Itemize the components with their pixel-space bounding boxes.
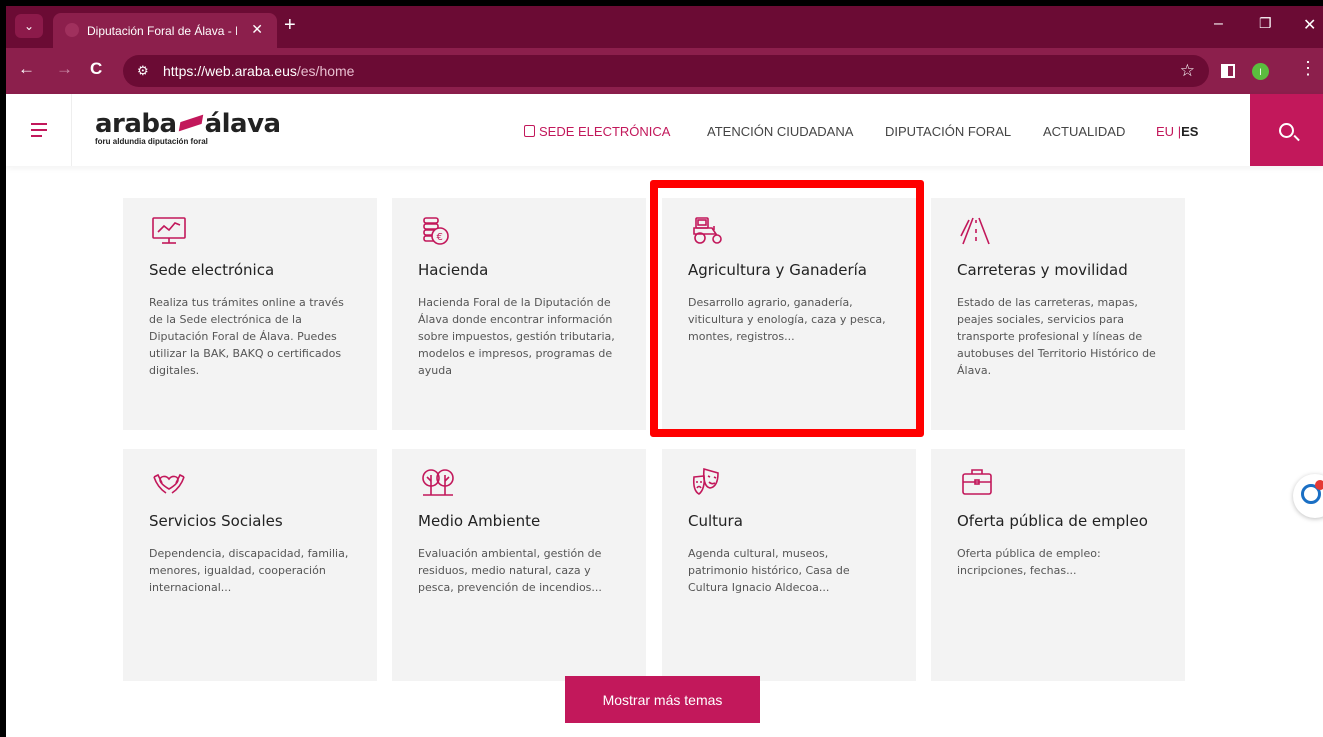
card-description: Realiza tus trámites online a través de … <box>149 296 344 377</box>
coins-euro-icon: € <box>418 214 458 248</box>
card-title: Cultura <box>688 512 743 530</box>
card-description: Desarrollo agrario, ganadería, viticultu… <box>688 296 886 343</box>
monitor-chart-icon <box>149 214 189 248</box>
close-window-icon[interactable]: ✕ <box>1303 15 1316 35</box>
nav-atencion-ciudadana[interactable]: ATENCIÓN CIUDADANA <box>707 124 853 139</box>
logo-text-right: álava <box>204 109 282 139</box>
card-sede-electronica[interactable]: Sede electrónica Realiza tus trámites on… <box>123 198 377 430</box>
site-header: araba álava foru aldundia diputación fora… <box>6 94 1323 166</box>
back-icon[interactable]: ← <box>18 59 35 79</box>
minimize-icon[interactable]: – <box>1214 15 1223 33</box>
lang-es[interactable]: ES <box>1181 124 1198 139</box>
card-title: Agricultura y Ganadería <box>688 261 867 279</box>
favicon-icon <box>65 23 79 37</box>
card-hacienda[interactable]: € Hacienda Hacienda Foral de la Diputaci… <box>392 198 646 430</box>
theater-masks-icon <box>688 465 728 499</box>
card-title: Sede electrónica <box>149 261 275 279</box>
card-title: Hacienda <box>418 261 489 279</box>
card-description: Hacienda Foral de la Diputación de Álava… <box>418 296 615 377</box>
browser-window: ⌄ Diputación Foral de Álava - En l ✕ + –… <box>6 6 1323 737</box>
card-servicios-sociales[interactable]: Servicios Sociales Dependencia, discapac… <box>123 449 377 681</box>
card-title: Carreteras y movilidad <box>957 261 1128 279</box>
forward-icon[interactable]: → <box>56 59 73 79</box>
nav-sede-label: SEDE ELECTRÓNICA <box>539 124 671 139</box>
show-more-topics-button[interactable]: Mostrar más temas <box>565 676 760 723</box>
side-panel-icon[interactable] <box>1221 64 1235 78</box>
tab-search-button[interactable]: ⌄ <box>15 14 43 38</box>
hands-heart-icon <box>149 465 189 499</box>
logo-text-left: araba <box>95 109 177 139</box>
site-info-icon[interactable]: ⚙ <box>137 63 149 79</box>
card-oferta-publica-empleo[interactable]: Oferta pública de empleo Oferta pública … <box>931 449 1185 681</box>
trees-icon <box>418 465 458 499</box>
card-description: Agenda cultural, museos, patrimonio hist… <box>688 547 850 594</box>
nav-sede-electronica[interactable]: SEDE ELECTRÓNICA <box>524 124 670 139</box>
card-description: Evaluación ambiental, gestión de residuo… <box>418 547 602 594</box>
tab-title: Diputación Foral de Álava - En l <box>87 23 237 38</box>
search-button[interactable] <box>1250 94 1323 166</box>
chat-assistant-icon[interactable] <box>1293 474 1323 518</box>
nav-diputacion-foral[interactable]: DIPUTACIÓN FORAL <box>885 124 1011 139</box>
tab-bar: ⌄ Diputación Foral de Álava - En l ✕ + –… <box>6 6 1323 48</box>
search-icon <box>1279 122 1294 138</box>
card-agricultura-ganaderia[interactable]: Agricultura y Ganadería Desarrollo agrar… <box>662 198 916 430</box>
hamburger-menu-icon[interactable] <box>6 94 72 166</box>
document-icon <box>524 125 535 137</box>
notification-dot <box>1315 480 1323 490</box>
card-description: Oferta pública de empleo: incripciones, … <box>957 547 1101 577</box>
more-menu-icon[interactable]: ⋮ <box>1299 58 1317 79</box>
bookmark-star-icon[interactable]: ☆ <box>1180 61 1195 81</box>
close-tab-icon[interactable]: ✕ <box>251 21 263 38</box>
lang-eu[interactable]: EU <box>1156 124 1174 139</box>
card-description: Dependencia, discapacidad, familia, meno… <box>149 547 349 594</box>
nav-actualidad[interactable]: ACTUALIDAD <box>1043 124 1125 139</box>
card-title: Oferta pública de empleo <box>957 512 1148 530</box>
card-cultura[interactable]: Cultura Agenda cultural, museos, patrimo… <box>662 449 916 681</box>
url-input[interactable]: ⚙ https://web.araba.eus/es/home ☆ <box>123 55 1209 87</box>
browser-tab[interactable]: Diputación Foral de Álava - En l ✕ <box>53 13 277 48</box>
profile-avatar[interactable]: I <box>1252 63 1269 80</box>
address-toolbar: ← → C ⚙ https://web.araba.eus/es/home ☆ … <box>6 48 1323 94</box>
card-carreteras-movilidad[interactable]: Carreteras y movilidad Estado de las car… <box>931 198 1185 430</box>
briefcase-icon <box>957 465 997 499</box>
restore-icon[interactable]: ❐ <box>1259 15 1272 32</box>
card-title: Servicios Sociales <box>149 512 283 530</box>
tractor-icon <box>688 214 728 248</box>
card-medio-ambiente[interactable]: Medio Ambiente Evaluación ambiental, ges… <box>392 449 646 681</box>
svg-text:€: € <box>437 232 443 243</box>
site-logo[interactable]: araba álava foru aldundia diputación fora… <box>95 109 282 146</box>
road-icon <box>957 214 997 248</box>
language-switcher: EU |ES <box>1156 124 1198 139</box>
card-description: Estado de las carreteras, mapas, peajes … <box>957 296 1156 377</box>
reload-icon[interactable]: C <box>90 59 102 79</box>
url-path: /es/home <box>296 63 355 79</box>
url-host: https://web.araba.eus <box>163 63 297 79</box>
logo-mark-icon <box>178 114 203 131</box>
new-tab-button[interactable]: + <box>284 14 296 37</box>
card-title: Medio Ambiente <box>418 512 541 530</box>
